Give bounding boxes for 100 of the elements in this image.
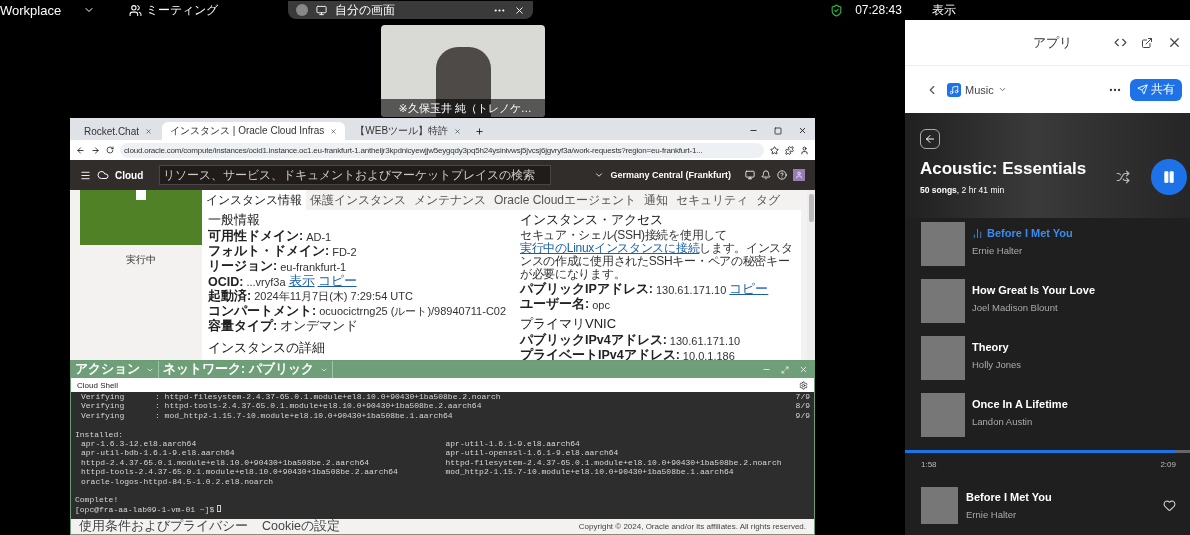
close-icon[interactable] [514, 4, 526, 16]
code-icon[interactable] [1114, 36, 1127, 49]
link[interactable]: コピー [729, 281, 769, 298]
detail-tab[interactable]: セキュリティ [672, 190, 753, 210]
playlist-info: 50 songs, 2 hr 41 min [920, 185, 1006, 195]
chevron-down-icon[interactable] [594, 170, 605, 180]
terminal-text: Installed: [75, 429, 123, 439]
close-icon[interactable] [798, 126, 807, 135]
pause-button[interactable] [1151, 159, 1187, 195]
footer-link[interactable]: Cookieの設定 [262, 518, 340, 535]
album-art [921, 486, 958, 524]
shuffle-icon[interactable] [1116, 170, 1130, 184]
detail-tab[interactable]: メンテナンス [410, 190, 490, 210]
footer-link[interactable]: 使用条件およびプライバシー [79, 518, 248, 535]
url-field[interactable]: cloud.oracle.com/compute/instances/ocid1.instance.oc1.eu-frankfurt-1.antheljr3kpdnicyewjjw5eygqdy3pq5h24ysinivwsj5jvcsj6jgvryf3a/work-requests?region=eu-frankfurt-1... [120, 142, 764, 158]
playlist-title: Acoustic: Essentials [920, 159, 1087, 179]
field-value: ...vryf3a [246, 275, 286, 288]
view-menu[interactable]: 表示 [931, 1, 956, 19]
monitor-icon[interactable] [745, 170, 755, 180]
maximize-icon[interactable] [774, 127, 782, 135]
link[interactable]: 実行中のLinuxインスタンスに接続 [519, 241, 700, 255]
terminal-text: httpd-tools-2.4.37-65.0.1.module+el8.10.0+90430+1ba508be.2.aarch64 [81, 467, 398, 477]
new-tab-icon[interactable] [475, 127, 485, 136]
album-art [921, 336, 965, 380]
forward-icon[interactable] [91, 145, 100, 155]
link[interactable]: 表示 [288, 273, 315, 290]
detail-tab[interactable]: 通知 [640, 190, 673, 210]
back-button[interactable] [920, 129, 940, 149]
terminal-text: apr-util-openssl-1.6.1-9.el8.aarch64 [445, 448, 619, 458]
link[interactable]: コピー [317, 273, 357, 290]
field-value: オンデマンド [280, 318, 359, 335]
timer: 07:28:43 [855, 3, 902, 17]
pause-icon [1162, 170, 1176, 184]
pop-out-icon[interactable] [1141, 36, 1153, 49]
share-button[interactable]: 共有 [1130, 78, 1182, 101]
song-title[interactable]: How Great Is Your Love [972, 284, 1096, 296]
bell-icon[interactable] [761, 170, 771, 180]
elapsed-time: 1:58 [921, 459, 937, 469]
field-value: 10.0.1.186 [682, 349, 735, 360]
terminal-prompt: [opc@fra-aa-lab09-1-vm-01 ~]$ [75, 504, 215, 515]
browser-tab[interactable]: 【WEBツール】特許 [347, 122, 470, 140]
terminal-text: : mod_http2-1.15.7-10.module+el8.10.0+90430+1ba508be.1.aarch64 [155, 410, 454, 421]
terminal-text: Verifying [80, 410, 126, 421]
now-playing-artist: Ernie Halter [966, 508, 1018, 520]
access-description: セキュア・シェル(SSH)接続を使用して 実行中のLinuxインスタンスに接続します。インスタンスの作成に使用されたSSHキー・ペアの秘密キーが必要になります。 [519, 229, 794, 281]
settings-icon[interactable] [799, 380, 808, 390]
star-icon[interactable] [770, 145, 779, 155]
total-time: 2:09 [1160, 459, 1176, 469]
participant-name: ※久保玉井 純（トレノケ… [380, 99, 545, 117]
profile-icon[interactable] [800, 145, 809, 155]
field-value: opc [592, 298, 610, 311]
avatar [296, 4, 309, 16]
browser-tab[interactable]: Rocket.Chat [76, 122, 161, 140]
menu-icon[interactable] [80, 169, 91, 181]
search-field[interactable]: リソース、サービス、ドキュメントおよびマーケットプレイスの検索 [159, 165, 552, 185]
field-value: ocuocictrng25 (ルート)/98940711-C02 [319, 304, 507, 319]
detail-tab[interactable]: Oracle Cloudエージェント [490, 190, 641, 210]
field-value: 130.61.171.10 [669, 334, 741, 347]
terminal-text: 9/9 [795, 410, 810, 421]
app-selector[interactable]: Music [947, 82, 1007, 97]
artist-name: Joel Madison Blount [972, 302, 1059, 313]
field-label: パブリックIPv4アドレス: [519, 332, 667, 348]
section-heading: 一般情報 [208, 212, 261, 227]
terminal-text: Complete! [75, 495, 119, 505]
song-title[interactable]: Theory [972, 341, 1022, 353]
browser-tab[interactable]: インスタンス | Oracle Cloud Infras [162, 122, 346, 140]
scroll-thumb[interactable] [808, 194, 814, 222]
field-label: OCID: [208, 274, 244, 289]
field-label: プライベートIPv4アドレス: [519, 347, 680, 360]
detail-tab[interactable]: タグ [752, 190, 785, 210]
extension-icon[interactable] [785, 145, 794, 155]
terminal-text: mod_http2-1.15.7-10.module+el8.10.0+90430+1ba508be.1.aarch64 [445, 467, 734, 477]
song-title[interactable]: Before I Met You [972, 227, 1073, 239]
people-icon [129, 3, 143, 17]
song-title[interactable]: Once In A Lifetime [972, 398, 1068, 410]
close-icon[interactable] [1167, 35, 1182, 50]
terminal-text: httpd-2.4.37-65.0.1.module+el8.10.0+90430+1ba508be.2.aarch64 [81, 457, 370, 468]
app-name: Workplace [0, 2, 62, 18]
send-icon [1137, 84, 1148, 95]
heart-icon[interactable] [1163, 498, 1176, 512]
field-label: 可用性ドメイン: [208, 228, 304, 245]
region-selector[interactable]: Germany Central (Frankfurt) [610, 170, 731, 180]
detail-tab[interactable]: インスタンス情報 [202, 190, 306, 210]
console-logo: Cloud [115, 169, 144, 181]
panel-title: アプリ [1033, 33, 1072, 52]
back-icon[interactable] [76, 145, 85, 155]
field-label: フォルト・ドメイン: [208, 243, 330, 260]
artist-name: Holly Jones [972, 359, 1022, 370]
section-heading: プライマリVNIC [519, 316, 618, 331]
terminal-text: Verifying [80, 392, 126, 402]
field-value: eu-frankfurt-1 [280, 260, 347, 273]
field-label: 起動済: [208, 288, 252, 305]
field-value: 2024年11月7日(木) 7:29:54 UTC [254, 289, 413, 304]
copyright: Copyright © 2024, Oracle and/or its affiliates. All rights reserved. [578, 522, 806, 531]
reload-icon[interactable] [106, 146, 114, 154]
help-icon[interactable] [777, 170, 787, 180]
detail-tab[interactable]: 保護インスタンス [306, 190, 410, 210]
artist-name: Landon Austin [972, 416, 1034, 427]
panel-title: Cloud Shell [77, 380, 118, 390]
field-value: 130.61.171.10 [655, 283, 727, 296]
